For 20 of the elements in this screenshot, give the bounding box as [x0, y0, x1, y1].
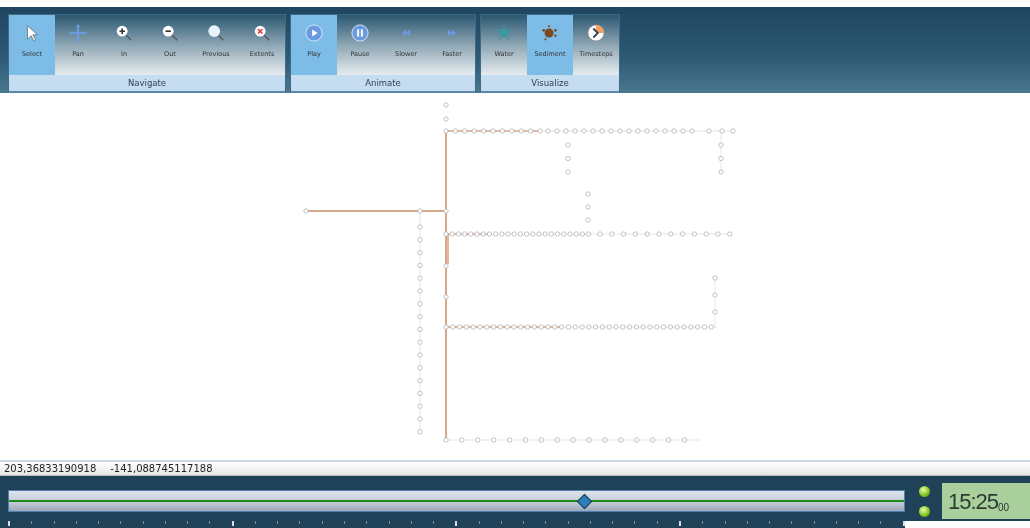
coordinate-readout: -141,088745117188	[110, 462, 213, 476]
group-label: Navigate	[9, 75, 285, 92]
play-icon	[305, 24, 323, 43]
zoom-out-icon	[161, 24, 179, 43]
sediment-particles-icon	[541, 24, 559, 43]
zoom-clear-icon	[253, 24, 271, 43]
clock-icon	[587, 24, 605, 43]
pan-icon	[69, 24, 87, 43]
pause-icon	[351, 24, 369, 43]
timeline-slider[interactable]	[8, 490, 905, 513]
clock-display: 15:2500	[942, 483, 1030, 520]
group-label: Visualize	[481, 75, 619, 92]
group-label: Animate	[291, 75, 475, 92]
coordinate-readout: 203,36833190918	[4, 462, 97, 476]
step-up-button[interactable]	[919, 486, 930, 497]
water-drops-icon	[495, 24, 513, 43]
step-down-button[interactable]	[919, 506, 930, 517]
magnifier-icon	[207, 24, 225, 43]
slider-thumb[interactable]	[576, 494, 592, 510]
zoom-in-icon	[115, 24, 133, 43]
